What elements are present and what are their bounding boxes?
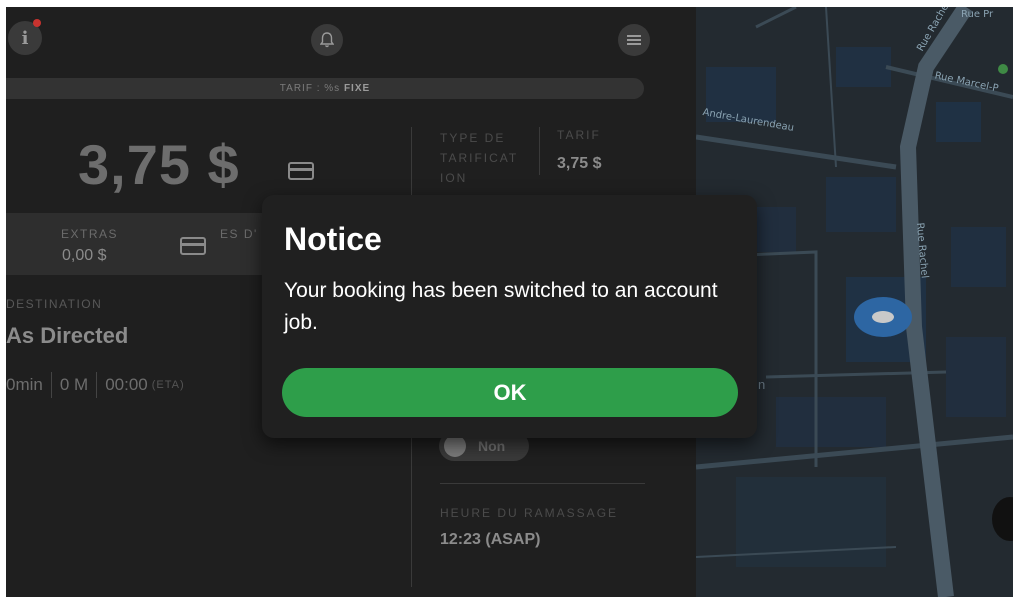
eta-time: 00:00 <box>105 375 148 394</box>
pricing-type-label: TYPE DE TARIFICAT ION <box>440 131 518 185</box>
metric-divider <box>96 372 98 398</box>
metric-divider <box>50 372 52 398</box>
fare-amount: 3,75 $ <box>78 133 240 196</box>
extras-value: 0,00 $ <box>62 247 107 264</box>
extras-label: EXTRAS <box>61 227 119 241</box>
destination-label: DESTINATION <box>6 297 103 311</box>
pickup-time-value: 12:23 (ASAP) <box>440 531 541 548</box>
toggle-knob <box>444 435 466 457</box>
notification-dot <box>33 19 41 27</box>
menu-button[interactable] <box>618 24 650 56</box>
pickup-time-label: HEURE DU RAMASSAGE <box>440 506 619 520</box>
credit-card-icon <box>180 237 206 255</box>
tariff-mode: FIXE <box>343 83 371 94</box>
pricing-divider <box>539 127 540 175</box>
info-icon: i <box>21 27 29 49</box>
tarif-value: 3,75 $ <box>557 155 602 172</box>
dialog-message: Your booking has been switched to an acc… <box>284 279 718 334</box>
tariff-bar: TARIF : %s FIXE <box>6 78 644 99</box>
bell-icon <box>320 32 334 48</box>
extras-box[interactable]: EXTRAS 0,00 $ ES D' <box>6 213 296 275</box>
notifications-button[interactable] <box>311 24 343 56</box>
tarif-label: TARIF <box>557 128 601 142</box>
tariff-prefix: TARIF : %s <box>279 83 344 94</box>
trip-duration: 0min <box>6 375 43 394</box>
pickup-divider <box>440 483 645 484</box>
street-label: Rue Pr <box>961 9 994 20</box>
eta-label: (ETA) <box>151 379 185 391</box>
destination-value: As Directed <box>6 323 129 348</box>
ok-button[interactable]: OK <box>282 368 738 417</box>
trip-distance: 0 M <box>59 375 89 394</box>
dialog-title: Notice <box>284 221 382 257</box>
menu-icon <box>627 35 641 45</box>
map-partial-text: n <box>758 377 766 392</box>
app-screen: i TARIF : %s FIXE 3,75 $ EXTRAS 0,00 $ E… <box>6 7 1013 597</box>
toggle-label: Non <box>478 438 506 454</box>
credit-card-icon <box>288 162 314 180</box>
map-pin-icon[interactable] <box>998 64 1008 74</box>
notice-dialog: Notice Your booking has been switched to… <box>262 195 757 438</box>
trip-metrics: 0min 0 M 00:00 (ETA) <box>6 372 185 398</box>
extras-truncated-label: ES D' <box>220 227 258 241</box>
current-location-icon <box>854 297 912 337</box>
